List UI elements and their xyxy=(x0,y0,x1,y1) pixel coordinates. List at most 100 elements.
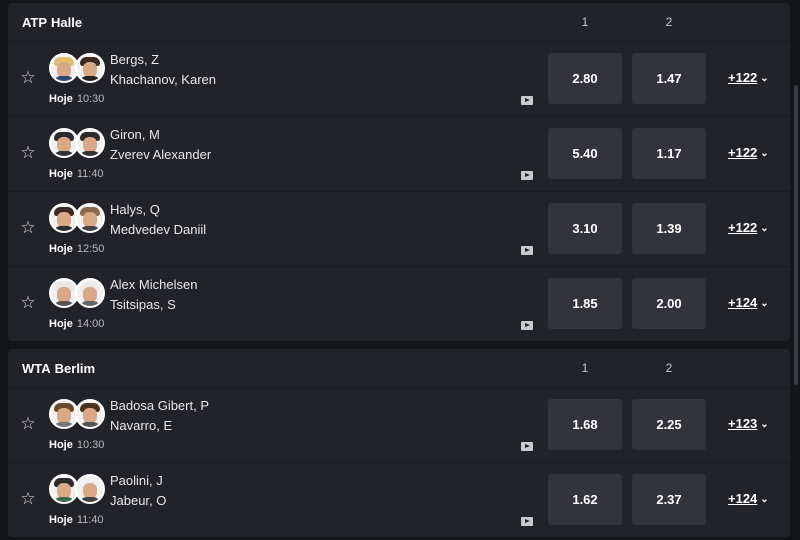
league-group-atp-halle: ATP Halle 1 2 ☆ Bergs, Z Khachanov, Karen… xyxy=(8,3,790,341)
play-video-icon[interactable] xyxy=(521,442,533,451)
odd-button-home[interactable]: 5.40 xyxy=(548,128,622,179)
odd-button-away[interactable]: 2.00 xyxy=(632,278,706,329)
more-markets-link[interactable]: +124 ⌄ xyxy=(728,491,769,506)
player-avatars xyxy=(49,474,105,504)
play-video-icon[interactable] xyxy=(521,96,533,105)
column-header-away: 2 xyxy=(665,361,673,375)
odd-button-away[interactable]: 1.39 xyxy=(632,203,706,254)
match-players[interactable]: Badosa Gibert, P Navarro, E xyxy=(110,396,209,436)
league-header: ATP Halle 1 2 xyxy=(8,3,790,41)
match-day: Hoje xyxy=(49,514,73,526)
chevron-down-icon: ⌄ xyxy=(760,223,769,234)
odd-button-home[interactable]: 1.85 xyxy=(548,278,622,329)
more-markets-link[interactable]: +122 ⌄ xyxy=(728,145,769,160)
player-home: Badosa Gibert, P xyxy=(110,398,209,413)
match-day: Hoje xyxy=(49,439,73,451)
odd-button-home[interactable]: 1.68 xyxy=(548,399,622,450)
column-header-home: 1 xyxy=(581,15,589,29)
match-players[interactable]: Giron, M Zverev Alexander xyxy=(110,125,211,165)
play-video-icon[interactable] xyxy=(521,517,533,526)
match-time: 11:40 xyxy=(76,514,104,526)
odd-button-away[interactable]: 1.47 xyxy=(632,53,706,104)
match-start-time: Hoje 14:00 xyxy=(49,318,104,330)
player-home: Halys, Q xyxy=(110,202,160,217)
league-header: WTA Berlim 1 2 xyxy=(8,349,790,387)
match-players[interactable]: Alex Michelsen Tsitsipas, S xyxy=(110,275,197,315)
more-markets-count: +123 xyxy=(728,416,758,431)
match-row[interactable]: ☆ Giron, M Zverev Alexander Hoje 11:40 5.… xyxy=(8,117,790,191)
star-outline-icon[interactable]: ☆ xyxy=(19,69,37,87)
player-avatars xyxy=(49,399,105,429)
avatar xyxy=(75,128,105,158)
odd-button-away[interactable]: 1.17 xyxy=(632,128,706,179)
more-markets-link[interactable]: +122 ⌄ xyxy=(728,220,769,235)
player-away: Navarro, E xyxy=(110,418,173,433)
more-markets-count: +124 xyxy=(728,295,758,310)
player-home: Paolini, J xyxy=(110,473,163,488)
star-outline-icon[interactable]: ☆ xyxy=(19,144,37,162)
player-away: Medvedev Daniil xyxy=(110,222,207,237)
player-home: Giron, M xyxy=(110,127,160,142)
scrollbar-thumb[interactable] xyxy=(794,85,798,385)
match-time: 11:40 xyxy=(76,168,104,180)
league-name: Berlim xyxy=(54,360,96,376)
match-players[interactable]: Halys, Q Medvedev Daniil xyxy=(110,200,206,240)
match-day: Hoje xyxy=(49,168,73,180)
more-markets-count: +122 xyxy=(728,70,758,85)
more-markets-link[interactable]: +122 ⌄ xyxy=(728,70,769,85)
match-time: 14:00 xyxy=(76,318,105,330)
odd-button-away[interactable]: 2.37 xyxy=(632,474,706,525)
avatar xyxy=(75,203,105,233)
match-time: 12:50 xyxy=(76,243,105,255)
match-players[interactable]: Bergs, Z Khachanov, Karen xyxy=(110,50,216,90)
chevron-down-icon: ⌄ xyxy=(760,298,769,309)
match-start-time: Hoje 11:40 xyxy=(49,168,104,180)
play-video-icon[interactable] xyxy=(521,321,533,330)
match-start-time: Hoje 10:30 xyxy=(49,439,104,451)
star-outline-icon[interactable]: ☆ xyxy=(19,490,37,508)
league-group-wta-berlim: WTA Berlim 1 2 ☆ Badosa Gibert, P Navarro… xyxy=(8,349,790,537)
match-day: Hoje xyxy=(49,318,73,330)
more-markets-count: +124 xyxy=(728,491,758,506)
league-title[interactable]: ATP Halle xyxy=(22,15,82,30)
player-away: Khachanov, Karen xyxy=(110,72,216,87)
league-country: WTA xyxy=(22,360,51,376)
odd-button-home[interactable]: 2.80 xyxy=(548,53,622,104)
odd-button-away[interactable]: 2.25 xyxy=(632,399,706,450)
match-row[interactable]: ☆ Paolini, J Jabeur, O Hoje 11:40 1.62 2.… xyxy=(8,463,790,537)
match-time: 10:30 xyxy=(76,93,105,105)
avatar xyxy=(75,53,105,83)
player-away: Jabeur, O xyxy=(110,493,167,508)
more-markets-link[interactable]: +124 ⌄ xyxy=(728,295,769,310)
odd-button-home[interactable]: 3.10 xyxy=(548,203,622,254)
star-outline-icon[interactable]: ☆ xyxy=(19,219,37,237)
chevron-down-icon: ⌄ xyxy=(760,494,769,505)
avatar xyxy=(75,399,105,429)
player-avatars xyxy=(49,128,105,158)
play-video-icon[interactable] xyxy=(521,171,533,180)
chevron-down-icon: ⌄ xyxy=(760,419,769,430)
match-start-time: Hoje 11:40 xyxy=(49,514,104,526)
match-players[interactable]: Paolini, J Jabeur, O xyxy=(110,471,166,511)
match-day: Hoje xyxy=(49,243,73,255)
match-row[interactable]: ☆ Badosa Gibert, P Navarro, E Hoje 10:30 … xyxy=(8,388,790,462)
more-markets-link[interactable]: +123 ⌄ xyxy=(728,416,769,431)
match-row[interactable]: ☆ Alex Michelsen Tsitsipas, S Hoje 14:00 … xyxy=(8,267,790,341)
player-avatars xyxy=(49,53,105,83)
play-video-icon[interactable] xyxy=(521,246,533,255)
player-away: Tsitsipas, S xyxy=(110,297,176,312)
column-header-home: 1 xyxy=(581,361,589,375)
match-row[interactable]: ☆ Halys, Q Medvedev Daniil Hoje 12:50 3.1… xyxy=(8,192,790,266)
star-outline-icon[interactable]: ☆ xyxy=(19,415,37,433)
odd-button-home[interactable]: 1.62 xyxy=(548,474,622,525)
match-start-time: Hoje 10:30 xyxy=(49,93,104,105)
avatar xyxy=(75,278,105,308)
chevron-down-icon: ⌄ xyxy=(760,73,769,84)
player-away: Zverev Alexander xyxy=(110,147,212,162)
match-row[interactable]: ☆ Bergs, Z Khachanov, Karen Hoje 10:30 2.… xyxy=(8,42,790,116)
more-markets-count: +122 xyxy=(728,145,758,160)
player-home: Bergs, Z xyxy=(110,52,160,67)
league-title[interactable]: WTA Berlim xyxy=(22,361,95,376)
star-outline-icon[interactable]: ☆ xyxy=(19,294,37,312)
scrollbar-track[interactable] xyxy=(792,0,800,540)
